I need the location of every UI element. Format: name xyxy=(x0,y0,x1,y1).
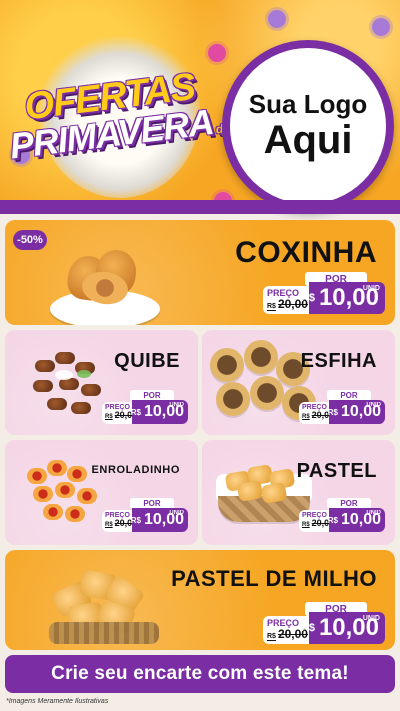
product-name: PASTEL DE MILHO xyxy=(171,566,377,591)
quibe xyxy=(47,398,67,410)
basket xyxy=(49,622,159,644)
logo-placeholder: Sua Logo Aqui xyxy=(222,40,394,212)
product-name: QUIBE xyxy=(114,350,180,372)
new-price: UNID R$ 10,00 xyxy=(327,508,385,532)
quibe-image xyxy=(15,340,115,430)
old-price-value: R$ 20,00 xyxy=(267,627,308,641)
new-price: UNID R$ 10,00 xyxy=(130,400,188,424)
esfiha xyxy=(244,340,278,374)
old-price: PREÇO R$ 20,00 xyxy=(102,402,137,424)
product-card-pastel-de-milho: PASTEL DE MILHO POR PREÇO R$ 20,00 UNID R… xyxy=(5,550,395,650)
esfiha xyxy=(250,376,284,410)
product-card-quibe: QUIBE POR PREÇO R$ 20,00 UNID R$ 10,00 xyxy=(5,330,198,435)
old-price: PREÇO R$ 20,00 xyxy=(299,510,334,532)
enroladinho xyxy=(27,468,47,484)
product-card-enroladinho: ENROLADINHO POR PREÇO R$ 20,00 UNID R$ 10… xyxy=(5,440,198,545)
currency-symbol: R$ xyxy=(300,292,315,304)
product-name: COXINHA xyxy=(235,236,377,269)
old-price: PREÇO R$ 20,00 xyxy=(299,402,334,424)
currency-symbol: R$ xyxy=(130,515,141,525)
flower-decoration xyxy=(208,44,226,62)
flower-decoration xyxy=(268,10,286,28)
quibe xyxy=(35,360,55,372)
enroladinho xyxy=(43,504,63,520)
currency-symbol: R$ xyxy=(327,407,338,417)
lemon-slice xyxy=(55,370,73,380)
flyer-page: OFERTAS PRIMAVERAda Sua Logo Aqui -50% C… xyxy=(0,0,400,711)
enroladinho xyxy=(33,486,53,502)
unit-label: UNID xyxy=(366,510,381,516)
price-tag: POR PREÇO R$ 20,00 UNID R$ 10,00 xyxy=(263,602,385,644)
old-price-value: R$ 20,00 xyxy=(267,297,308,311)
unit-label: UNID xyxy=(366,402,381,408)
price-tag: POR PREÇO R$ 20,00 UNID R$ 10,00 xyxy=(263,272,385,314)
product-name: PASTEL xyxy=(296,460,377,482)
product-card-coxinha: -50% COXINHA POR PREÇO R$ 20,00 UNID R$ 1… xyxy=(5,220,395,325)
currency-symbol: R$ xyxy=(105,522,113,528)
cta-banner[interactable]: Crie seu encarte com este tema! xyxy=(5,655,395,693)
unit-label: UNID xyxy=(362,285,380,292)
quibe xyxy=(81,384,101,396)
old-price-value: R$ 20,00 xyxy=(302,518,334,529)
currency-symbol: R$ xyxy=(300,622,315,634)
price-tag: POR PREÇO R$ 20,00 UNID R$ 10,00 xyxy=(299,498,385,532)
enroladinho xyxy=(67,466,87,482)
quibe xyxy=(55,352,75,364)
currency-symbol: R$ xyxy=(130,407,141,417)
currency-symbol: R$ xyxy=(302,522,310,528)
unit-label: UNID xyxy=(362,615,380,622)
enroladinho xyxy=(47,460,67,476)
unit-label: UNID xyxy=(169,402,184,408)
esfiha xyxy=(216,382,250,416)
disclaimer: *Imagens Meramente Ilustrativas xyxy=(6,698,109,705)
flower-decoration xyxy=(372,18,390,36)
coxinha-image xyxy=(50,247,170,325)
old-price: PREÇO R$ 20,00 xyxy=(102,510,137,532)
currency-symbol: R$ xyxy=(327,515,338,525)
product-name: ENROLADINHO xyxy=(91,464,180,476)
enroladinho xyxy=(77,488,97,504)
currency-symbol: R$ xyxy=(302,414,310,420)
enroladinho xyxy=(55,482,75,498)
old-price-value: R$ 20,00 xyxy=(105,410,137,421)
currency-symbol: R$ xyxy=(105,414,113,420)
new-price: UNID R$ 10,00 xyxy=(301,612,385,644)
herb xyxy=(77,370,91,378)
product-card-pastel: PASTEL POR PREÇO R$ 20,00 UNID R$ 10,00 xyxy=(202,440,395,545)
old-price-value: R$ 20,00 xyxy=(105,518,137,529)
new-price: UNID R$ 10,00 xyxy=(327,400,385,424)
logo-text-line1: Sua Logo xyxy=(248,89,368,120)
promo-title: OFERTAS PRIMAVERAda xyxy=(3,66,228,183)
logo-text-line2: Aqui xyxy=(263,117,353,162)
old-price-value: R$ 20,00 xyxy=(302,410,334,421)
quibe xyxy=(71,402,91,414)
currency-symbol: R$ xyxy=(267,633,276,640)
price-tag: POR PREÇO R$ 20,00 UNID R$ 10,00 xyxy=(102,390,188,424)
pastel-de-milho-image xyxy=(43,560,183,650)
product-card-esfiha: ESFIHA POR PREÇO R$ 20,00 UNID R$ 10,00 xyxy=(202,330,395,435)
currency-symbol: R$ xyxy=(267,303,276,310)
price-tag: POR PREÇO R$ 20,00 UNID R$ 10,00 xyxy=(102,498,188,532)
unit-label: UNID xyxy=(169,510,184,516)
price-tag: POR PREÇO R$ 20,00 UNID R$ 10,00 xyxy=(299,390,385,424)
new-price: UNID R$ 10,00 xyxy=(130,508,188,532)
product-name: ESFIHA xyxy=(300,350,377,372)
new-price: UNID R$ 10,00 xyxy=(301,282,385,314)
header: OFERTAS PRIMAVERAda Sua Logo Aqui xyxy=(0,0,400,212)
quibe xyxy=(33,380,53,392)
cta-text: Crie seu encarte com este tema! xyxy=(51,663,349,684)
header-divider xyxy=(0,200,400,214)
enroladinho xyxy=(65,506,85,522)
discount-badge: -50% xyxy=(13,230,47,250)
esfiha xyxy=(210,348,244,382)
